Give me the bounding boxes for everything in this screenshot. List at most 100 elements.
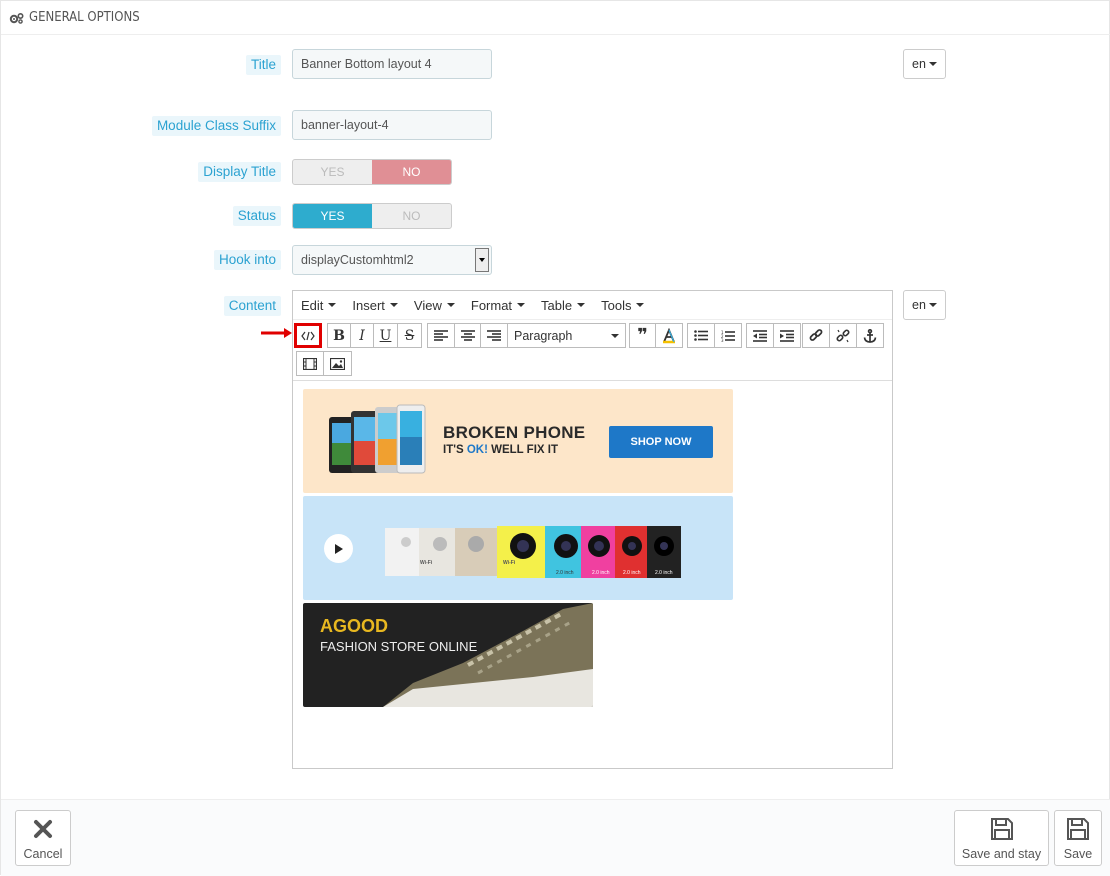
panel-title: GENERAL OPTIONS [29,10,140,25]
camera-label: Wi-Fi [503,560,516,566]
menu-insert[interactable]: Insert [352,298,398,313]
play-button[interactable] [324,534,353,563]
bullet-list-icon [694,330,708,341]
insert-video-button[interactable] [296,351,324,376]
align-center-button[interactable] [454,323,481,348]
status-label: Status [232,206,281,226]
banner-fashion: AGOOD FASHION STORE ONLINE [303,603,593,707]
phone-banner-subtitle: IT'S OK! WELL FIX IT [443,444,558,456]
annotation-arrow-icon [261,328,292,338]
menu-edit[interactable]: Edit [301,297,337,313]
general-options-panel: GENERAL OPTIONS Title Banner Bottom layo… [0,0,1110,876]
cameras-image [385,526,681,578]
menu-label: Insert [352,297,385,313]
module-class-suffix-label: Module Class Suffix [151,116,281,136]
align-right-button[interactable] [480,323,508,348]
caret-down-icon [928,62,937,66]
align-right-icon [487,330,501,341]
bold-button[interactable]: B [327,323,351,348]
menu-label: Tools [601,297,632,313]
blockquote-button[interactable]: ❞ [629,323,656,348]
rich-text-editor[interactable]: Edit Insert View Format Table Tools B I … [292,290,893,769]
save-button[interactable]: Save [1054,810,1102,866]
camera-label: 2.0 inch [655,570,673,576]
camera-label: Wi-Fi [420,560,433,566]
film-icon [303,357,317,370]
link-icon [809,328,823,341]
title-input[interactable]: Banner Bottom layout 4 [292,49,492,79]
camera-label: 2.0 inch [623,570,641,576]
close-icon [34,820,52,838]
bullet-list-button[interactable] [687,323,715,348]
hook-into-value: displayCustomhtml2 [301,253,414,267]
editor-toolbar: B I U S Paragraph ❞ 123 [293,321,892,381]
language-label: en [912,57,926,71]
display-title-yes[interactable]: YES [293,160,372,184]
blockquote-icon: ❞ [637,325,648,345]
save-and-stay-button[interactable]: Save and stay [954,810,1049,866]
cancel-label: Cancel [23,847,63,861]
anchor-button[interactable] [856,323,884,348]
display-title-label: Display Title [198,162,281,182]
play-icon [334,543,343,554]
bold-icon: B [333,327,345,344]
source-code-icon [301,331,315,340]
phone-banner-title: BROKEN PHONE [443,423,586,442]
fashion-banner-title: AGOOD [320,616,389,636]
numbered-list-icon: 123 [721,330,735,342]
underline-button[interactable]: U [373,323,398,348]
save-and-stay-label: Save and stay [961,847,1042,861]
indent-button[interactable] [773,323,801,348]
sneaker-image [383,603,593,707]
align-left-icon [434,330,448,341]
status-no[interactable]: NO [372,204,451,228]
hook-into-select[interactable]: displayCustomhtml2 [292,245,492,275]
editor-menubar: Edit Insert View Format Table Tools [293,291,892,320]
fashion-banner-subtitle: FASHION STORE ONLINE [320,639,478,654]
floppy-disk-icon [1067,818,1089,840]
floppy-disk-icon [990,818,1013,840]
content-language-dropdown[interactable]: en [903,290,946,320]
panel-heading: GENERAL OPTIONS [1,1,1110,35]
subtitle-ok: OK! [466,444,488,456]
indent-icon [780,329,794,342]
format-select[interactable]: Paragraph [507,323,626,348]
menu-table[interactable]: Table [541,297,586,313]
content-label: Content [223,296,281,316]
menu-view[interactable]: View [414,298,455,313]
title-language-dropdown[interactable]: en [903,49,946,79]
display-title-switch[interactable]: YES NO [292,159,452,185]
outdent-button[interactable] [746,323,774,348]
image-icon [330,357,345,370]
subtitle-part: WELL FIX IT [487,444,558,456]
text-color-button[interactable] [655,323,683,348]
caret-down-icon [928,303,937,307]
status-switch[interactable]: YES NO [292,203,452,229]
menu-format[interactable]: Format [470,297,526,313]
source-code-button[interactable] [294,323,322,348]
menu-label: Edit [301,297,324,313]
menu-tools[interactable]: Tools [601,297,645,313]
unlink-button[interactable] [829,323,857,348]
text-color-icon [663,327,675,343]
svg-text:3: 3 [721,338,724,342]
select-arrow-icon[interactable] [475,248,489,272]
module-class-suffix-input[interactable]: banner-layout-4 [292,110,492,140]
insert-image-button[interactable] [323,351,352,376]
status-yes[interactable]: YES [293,204,372,228]
cancel-button[interactable]: Cancel [15,810,71,866]
strikethrough-button[interactable]: S [397,323,422,348]
cogs-icon [9,12,24,24]
menu-label: Format [470,297,513,313]
underline-icon: U [379,327,392,344]
shop-now-button[interactable]: SHOP NOW [609,426,713,458]
format-select-value: Paragraph [514,328,573,343]
numbered-list-button[interactable]: 123 [714,323,742,348]
menu-label: Table [541,297,573,313]
outdent-icon [753,329,767,342]
align-left-button[interactable] [427,323,455,348]
display-title-no[interactable]: NO [372,160,451,184]
save-label: Save [1063,847,1093,861]
insert-link-button[interactable] [802,323,830,348]
italic-button[interactable]: I [350,323,374,348]
